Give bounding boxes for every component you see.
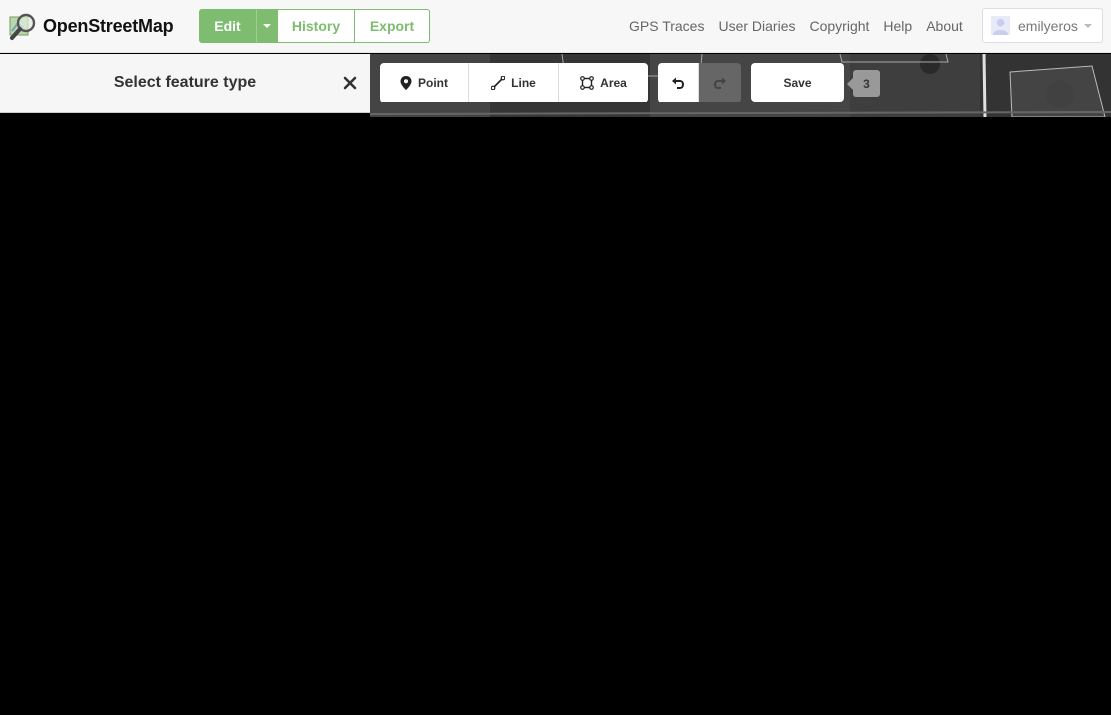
- edit-button[interactable]: Edit: [199, 9, 256, 43]
- line-icon: [491, 75, 506, 90]
- brand-name: OpenStreetMap: [43, 15, 174, 36]
- line-label: Line: [511, 75, 536, 90]
- nav-user-diaries[interactable]: User Diaries: [718, 18, 795, 34]
- nav-about[interactable]: About: [926, 18, 963, 34]
- export-button[interactable]: Export: [355, 9, 430, 43]
- history-button[interactable]: History: [278, 9, 355, 43]
- osm-logo-icon: [9, 13, 36, 40]
- undo-button[interactable]: [658, 63, 699, 102]
- nav-gps-traces[interactable]: GPS Traces: [629, 18, 704, 34]
- pin-icon: [400, 75, 412, 90]
- nav-help[interactable]: Help: [883, 18, 912, 34]
- caret-down-icon: [1083, 23, 1092, 28]
- edit-button-group: Edit History Export: [199, 9, 430, 43]
- undo-redo-group: [658, 63, 741, 103]
- redo-button[interactable]: [699, 63, 741, 102]
- blank-content-area: [0, 117, 1111, 715]
- edit-dropdown-button[interactable]: [256, 9, 278, 43]
- save-button[interactable]: Save: [751, 63, 844, 102]
- sidebar-title: Select feature type: [113, 74, 257, 91]
- caret-down-icon: [263, 24, 271, 28]
- add-area-button[interactable]: Area: [559, 63, 648, 102]
- nav-copyright[interactable]: Copyright: [809, 18, 869, 34]
- undo-icon: [672, 77, 685, 89]
- redo-icon: [713, 77, 726, 89]
- save-count-badge: 3: [847, 70, 880, 97]
- sidebar-header: Select feature type: [0, 54, 370, 113]
- mode-button-group: Point Line Area: [380, 63, 648, 103]
- area-icon: [580, 75, 595, 90]
- area-label: Area: [600, 75, 627, 90]
- point-label: Point: [418, 75, 448, 90]
- user-avatar-icon: [991, 16, 1010, 35]
- brand[interactable]: OpenStreetMap: [8, 10, 174, 42]
- top-navigation-bar: OpenStreetMap Edit History Export GPS Tr…: [0, 0, 1111, 53]
- secondary-nav: GPS Traces User Diaries Copyright Help A…: [622, 9, 970, 43]
- close-icon[interactable]: [340, 73, 360, 93]
- user-menu-button[interactable]: emilyeros: [982, 8, 1103, 43]
- username: emilyeros: [1018, 17, 1078, 34]
- add-line-button[interactable]: Line: [469, 63, 559, 102]
- add-point-button[interactable]: Point: [380, 63, 469, 102]
